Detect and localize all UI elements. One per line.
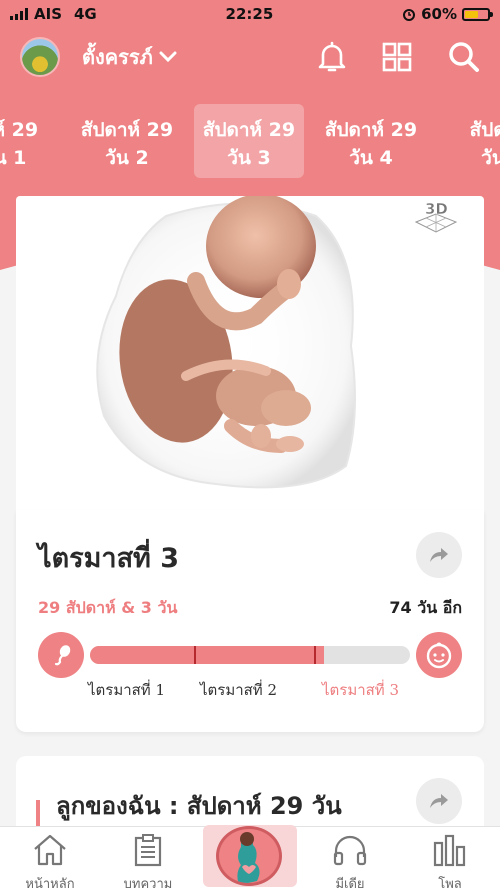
tab-week-29-day-4[interactable]: สัปดาห์ 29 วัน 4: [316, 104, 426, 178]
fetus-image-card[interactable]: 3D: [16, 196, 484, 510]
home-icon: [34, 834, 66, 866]
network-label: 4G: [74, 5, 97, 23]
tab-label: าห์ 29: [0, 119, 39, 141]
app-header: ตั้งครรภ์: [0, 32, 500, 82]
days-remaining: 74 วัน อีก: [389, 598, 462, 617]
trimester-2-label: ไตรมาสที่ 2: [200, 681, 278, 699]
3d-view-badge[interactable]: 3D: [410, 200, 462, 236]
tab-sublabel: วัน 4: [349, 147, 393, 169]
grid-icon[interactable]: [382, 42, 412, 72]
cube-grid-icon: 3D: [414, 200, 458, 233]
tab-label: สัปดาห์ 29: [202, 119, 296, 141]
clock: 22:25: [225, 5, 274, 23]
profile-selector[interactable]: ตั้งครรภ์: [82, 41, 177, 73]
nav-pregnancy[interactable]: [203, 825, 297, 887]
tab-week-29-day-3[interactable]: สัปดาห์ 29 วัน 3: [194, 104, 304, 178]
share-button[interactable]: [416, 778, 462, 824]
trimester-1-label: ไตรมาสที่ 1: [88, 681, 166, 699]
nav-home-label: หน้าหลัก: [25, 877, 75, 889]
progress-fill: [90, 646, 324, 664]
avatar[interactable]: [20, 37, 60, 77]
share-icon: [430, 548, 448, 562]
pregnancy-icon: [237, 832, 260, 883]
pregnancy-button-ring: [216, 826, 282, 886]
profile-name: ตั้งครรภ์: [82, 45, 153, 69]
baby-icon-button[interactable]: [416, 632, 462, 678]
tab-sublabel: วัน: [481, 147, 500, 169]
3d-label: 3D: [425, 200, 448, 218]
current-week-day: 29 สัปดาห์ & 3 วัน: [38, 598, 178, 617]
trimester-card: ไตรมาสที่ 3 29 สัปดาห์ & 3 วัน 74 วัน อี…: [16, 510, 484, 732]
nav-poll[interactable]: โพล: [400, 827, 500, 889]
tab-sublabel: น 1: [0, 147, 27, 169]
article-icon: [134, 834, 162, 867]
my-baby-title: ลูกของฉัน : สัปดาห์ 29 วัน: [56, 792, 342, 820]
carrier-label: AIS: [34, 5, 62, 23]
sperm-icon: [54, 645, 71, 666]
tab-sublabel: วัน 2: [105, 147, 149, 169]
fetus-3d-image: [96, 196, 356, 489]
tab-week-29-day-5[interactable]: สัปดา วัน: [438, 104, 500, 178]
share-icon: [430, 794, 448, 808]
my-baby-card[interactable]: ลูกของฉัน : สัปดาห์ 29 วัน: [16, 756, 484, 840]
pregnancy-progress-bar: [90, 646, 410, 664]
status-bar: AIS 4G 22:25 60%: [0, 0, 500, 28]
nav-media-label: มีเดีย: [335, 877, 365, 889]
bottom-navigation: หน้าหลัก บทความ มีเดีย โพล: [0, 825, 500, 889]
tab-sublabel: วัน 3: [227, 147, 271, 169]
poll-icon: [433, 834, 466, 867]
tab-label: สัปดา: [469, 119, 500, 141]
tab-label: สัปดาห์ 29: [80, 119, 174, 141]
battery-percent: 60%: [421, 5, 457, 23]
baby-face-icon: [426, 642, 452, 669]
nav-articles-label: บทความ: [123, 877, 173, 889]
headphones-icon: [333, 835, 367, 866]
nav-articles[interactable]: บทความ: [98, 827, 198, 889]
nav-poll-label: โพล: [438, 877, 462, 889]
bell-icon[interactable]: [318, 41, 346, 73]
share-button[interactable]: [416, 532, 462, 578]
tab-week-29-day-1[interactable]: าห์ 29 น 1: [0, 104, 65, 178]
battery-icon: [462, 7, 493, 21]
nav-home[interactable]: หน้าหลัก: [0, 827, 100, 889]
nav-media[interactable]: มีเดีย: [300, 827, 400, 889]
week-day-tabs: าห์ 29 น 1 สัปดาห์ 29 วัน 2 สัปดาห์ 29 ว…: [0, 104, 500, 178]
chevron-down-icon: [159, 51, 177, 63]
conception-icon-button[interactable]: [38, 632, 84, 678]
trimester-3-label: ไตรมาสที่ 3: [322, 681, 400, 699]
tab-label: สัปดาห์ 29: [324, 119, 418, 141]
search-icon[interactable]: [448, 41, 480, 73]
trimester-1-marker: [194, 646, 196, 664]
tab-week-29-day-2[interactable]: สัปดาห์ 29 วัน 2: [72, 104, 182, 178]
trimester-title: ไตรมาสที่ 3: [38, 543, 180, 574]
signal-icon: [10, 8, 28, 20]
trimester-2-marker: [314, 646, 316, 664]
alarm-icon: [403, 9, 416, 21]
